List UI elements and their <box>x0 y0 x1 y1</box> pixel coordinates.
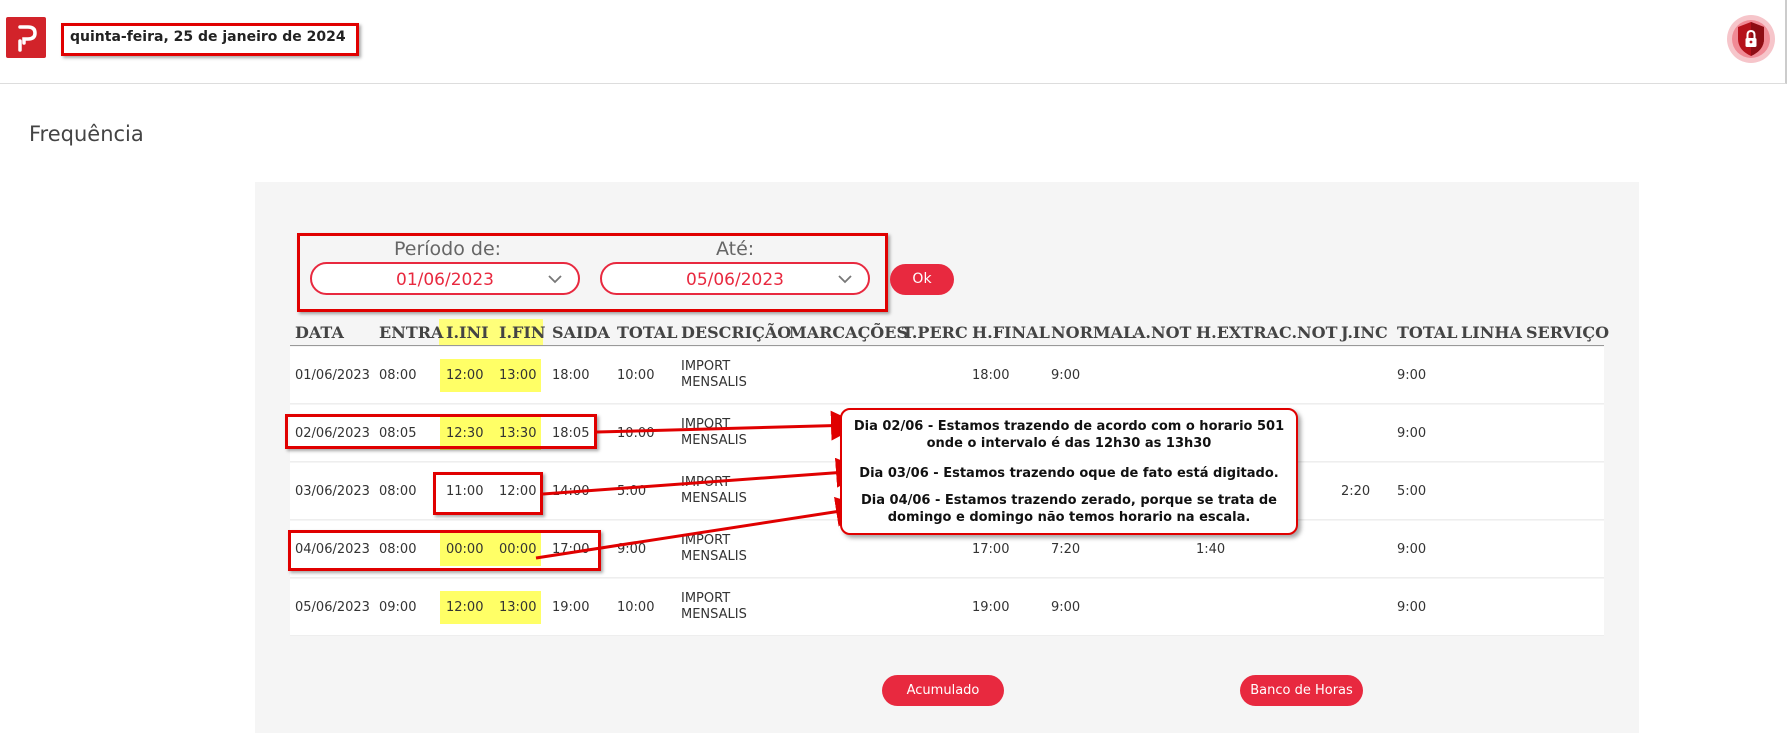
arrow-row3 <box>542 457 866 496</box>
note1-line2: onde o intervalo é das 12h30 as 13h30 <box>926 436 1212 451</box>
annotation-arrows <box>535 410 866 560</box>
note3-line1: Dia 04/06 - Estamos trazendo zerado, por… <box>861 493 1277 508</box>
note1-line1: Dia 02/06 - Estamos trazendo de acordo c… <box>853 419 1285 434</box>
acumulado-button[interactable]: Acumulado <box>882 675 1004 706</box>
note-day-02: Dia 02/06 - Estamos trazendo de acordo c… <box>842 418 1296 452</box>
note-day-04: Dia 04/06 - Estamos trazendo zerado, por… <box>842 492 1296 526</box>
banco-horas-button[interactable]: Banco de Horas <box>1240 675 1363 706</box>
arrow-row4 <box>535 496 866 560</box>
note3-line2: domingo e domingo não temos horario na e… <box>887 510 1251 525</box>
note-day-03: Dia 03/06 - Estamos trazendo oque de fat… <box>859 466 1279 481</box>
annotation-callout: Dia 02/06 - Estamos trazendo de acordo c… <box>840 408 1298 535</box>
arrow-row2 <box>596 410 861 441</box>
